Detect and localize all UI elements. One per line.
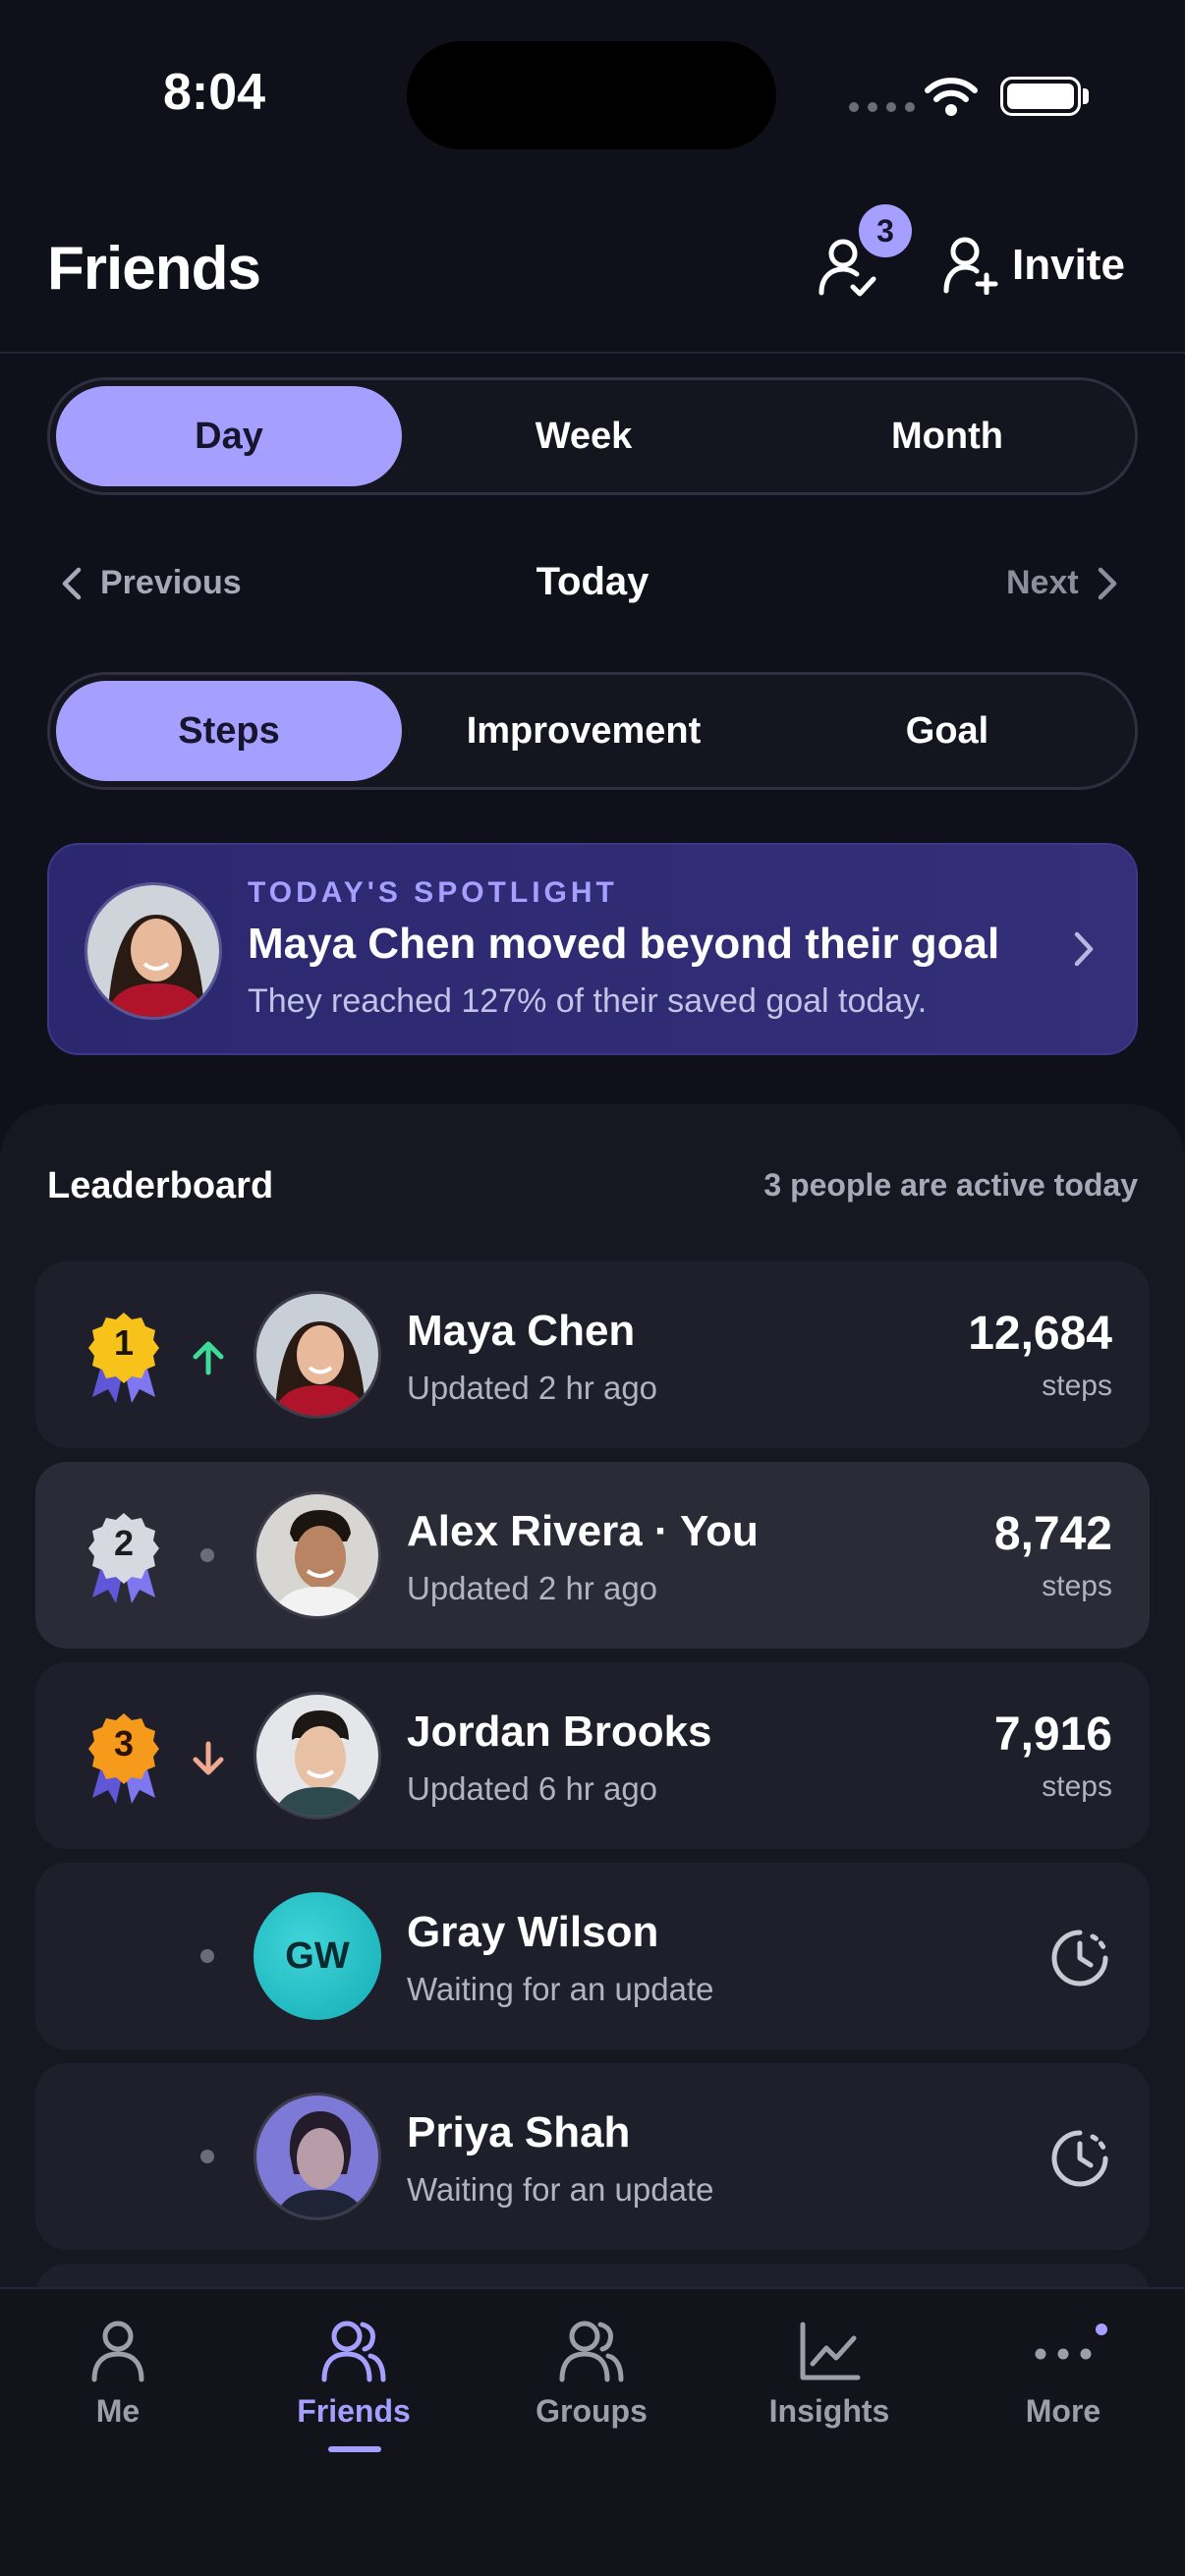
avatar (254, 1692, 381, 1820)
friend-requests-badge: 3 (859, 204, 912, 257)
previous-label: Previous (100, 564, 242, 601)
friends-icon (321, 2321, 386, 2382)
groups-icon (559, 2321, 624, 2382)
tab-more[interactable]: More (965, 2319, 1161, 2430)
step-count: 12,684 (968, 1308, 1112, 1360)
period-segmented-control: Day Week Month (47, 377, 1138, 495)
spotlight-title: Maya Chen moved beyond their goal (248, 920, 1000, 968)
tab-goal[interactable]: Goal (765, 681, 1129, 781)
cellular-signal-icon (849, 102, 915, 112)
step-count: 7,916 (993, 1708, 1112, 1761)
tab-me[interactable]: Me (20, 2319, 216, 2430)
spotlight-eyebrow: TODAY'S SPOTLIGHT (248, 876, 618, 909)
step-count: 8,742 (993, 1508, 1112, 1560)
dynamic-island (407, 41, 776, 149)
rank-number: 2 (113, 1523, 135, 1563)
rank-number: 3 (113, 1723, 135, 1764)
trend-unchanged-dot (200, 2150, 214, 2163)
active-tab-indicator (328, 2446, 381, 2452)
more-icon (1035, 2348, 1092, 2360)
leaderboard-title: Leaderboard (47, 1165, 274, 1206)
chevron-right-icon (1098, 567, 1116, 599)
updated-time: Updated 2 hr ago (407, 1370, 658, 1406)
wifi-icon (925, 78, 978, 116)
header-divider (0, 352, 1185, 354)
battery-tip (1083, 88, 1089, 104)
tab-week[interactable]: Week (402, 386, 765, 486)
friend-name: Priya Shah (407, 2108, 631, 2156)
spotlight-avatar (85, 882, 222, 1020)
battery-icon (1000, 77, 1081, 116)
active-count: 3 people are active today (763, 1167, 1138, 1203)
invite-button[interactable]: Invite (943, 236, 1125, 295)
trend-down-icon (193, 1741, 224, 1775)
updated-time: Updated 2 hr ago (407, 1570, 658, 1606)
updated-time: Waiting for an update (407, 1971, 714, 2007)
tab-steps[interactable]: Steps (56, 681, 402, 781)
tab-label: More (1025, 2393, 1101, 2429)
tab-label: Friends (297, 2393, 411, 2429)
next-button[interactable]: Next (1006, 564, 1118, 602)
friend-name: Alex Rivera · You (407, 1507, 759, 1555)
step-unit: steps (1042, 1370, 1112, 1402)
avatar (254, 1491, 381, 1619)
chevron-right-icon (1074, 931, 1094, 967)
friend-name: Jordan Brooks (407, 1708, 712, 1756)
tab-label: Insights (768, 2393, 890, 2429)
chart-icon (800, 2322, 861, 2380)
tab-improvement[interactable]: Improvement (402, 681, 765, 781)
avatar (254, 2093, 381, 2220)
trend-unchanged-dot (200, 1949, 214, 1963)
avatar (254, 1291, 381, 1419)
notification-dot (1093, 2321, 1110, 2338)
pending-clock-icon (1051, 1930, 1108, 1987)
pending-clock-icon (1051, 2130, 1108, 2187)
trend-up-icon (193, 1341, 224, 1375)
trend-unchanged-dot (200, 1548, 214, 1562)
next-label: Next (1006, 564, 1079, 601)
metric-segmented-control: Steps Improvement Goal (47, 672, 1138, 790)
tab-friends[interactable]: Friends (255, 2319, 452, 2430)
tab-day[interactable]: Day (56, 386, 402, 486)
tab-insights[interactable]: Insights (731, 2319, 928, 2430)
status-time: 8:04 (163, 64, 266, 121)
avatar: GW (254, 1892, 381, 2020)
add-person-icon (943, 237, 998, 295)
updated-time: Updated 6 hr ago (407, 1770, 658, 1807)
invite-label: Invite (1012, 241, 1125, 289)
step-unit: steps (1042, 1770, 1112, 1803)
tab-label: Groups (536, 2393, 648, 2429)
friend-name: Gray Wilson (407, 1908, 659, 1956)
friend-name: Maya Chen (407, 1307, 636, 1355)
step-unit: steps (1042, 1570, 1112, 1602)
person-icon (91, 2321, 144, 2382)
tab-groups[interactable]: Groups (493, 2319, 690, 2430)
rank-number: 1 (113, 1322, 135, 1363)
page-title: Friends (47, 235, 261, 303)
updated-time: Waiting for an update (407, 2171, 714, 2208)
chevron-left-icon (62, 567, 82, 599)
tab-label: Me (95, 2393, 141, 2429)
tab-month[interactable]: Month (765, 386, 1129, 486)
previous-button[interactable]: Previous (61, 564, 242, 602)
spotlight-subtitle: They reached 127% of their saved goal to… (248, 982, 928, 1020)
